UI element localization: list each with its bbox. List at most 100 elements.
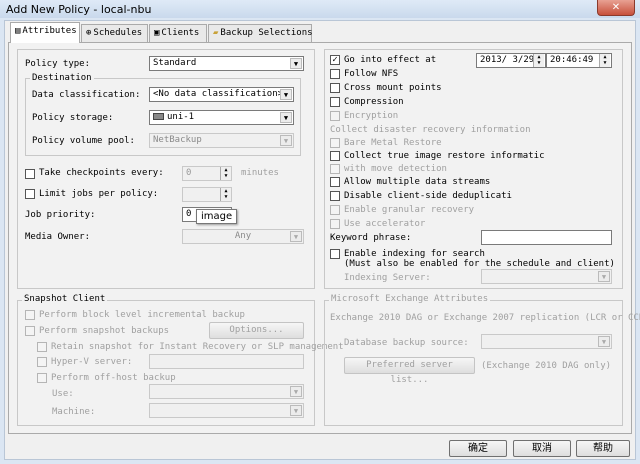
snapshot-backups-checkbox[interactable] <box>25 326 35 336</box>
limit-jobs-label: Limit jobs per policy: <box>39 189 159 199</box>
chevron-down-icon: ▼ <box>598 271 610 282</box>
enable-granular-label: Enable granular recovery <box>344 205 475 215</box>
follow-nfs-label: Follow NFS <box>344 69 399 79</box>
window-title: Add New Policy - local-nbu <box>6 3 152 16</box>
indexing-server-label: Indexing Server: <box>344 273 431 283</box>
clients-icon: ▣ <box>154 28 160 38</box>
indexing-server-select[interactable]: ▼ <box>481 269 612 284</box>
use-accelerator-checkbox[interactable] <box>330 219 340 229</box>
chevron-down-icon: ▼ <box>290 58 302 69</box>
collect-tir-label: Collect true image restore informatic <box>344 151 545 161</box>
hyperv-checkbox[interactable] <box>37 357 47 367</box>
take-checkpoints-label: Take checkpoints every: <box>39 168 164 178</box>
chevron-down-icon: ▼ <box>598 336 610 347</box>
offhost-checkbox[interactable] <box>37 373 47 383</box>
keyword-phrase-label: Keyword phrase: <box>330 233 412 243</box>
folder-icon: ▰ <box>213 28 219 38</box>
use-accelerator-label: Use accelerator <box>344 219 426 229</box>
date-spinner[interactable]: ▲ ▼ <box>533 54 544 67</box>
options-button[interactable]: Options... <box>209 322 304 339</box>
tab-clients[interactable]: ▣ Clients <box>149 24 207 42</box>
use-label: Use: <box>52 389 74 399</box>
with-move-label: with move detection <box>344 164 447 174</box>
policy-storage-label: Policy storage: <box>32 113 114 123</box>
disable-dedup-checkbox[interactable] <box>330 191 340 201</box>
take-checkpoints-checkbox[interactable] <box>25 169 35 179</box>
encryption-checkbox[interactable] <box>330 111 340 121</box>
help-button[interactable]: 帮助 <box>576 440 630 457</box>
enable-indexing-label: Enable indexing for search <box>344 249 485 259</box>
policy-storage-select[interactable]: uni-1 ▼ <box>149 110 294 125</box>
chevron-down-icon: ▼ <box>280 89 292 100</box>
exchange-replication-label: Exchange 2010 DAG or Exchange 2007 repli… <box>330 313 640 323</box>
encryption-label: Encryption <box>344 111 399 121</box>
dag-only-label: (Exchange 2010 DAG only) <box>481 361 612 371</box>
go-into-effect-label: Go into effect at <box>344 55 437 65</box>
offhost-label: Perform off-host backup <box>51 373 176 383</box>
db-backup-source-label: Database backup source: <box>344 338 469 348</box>
policy-type-select[interactable]: Standard ▼ <box>149 56 304 71</box>
snapshot-backups-label: Perform snapshot backups <box>39 326 170 336</box>
close-button[interactable]: ✕ <box>597 0 635 16</box>
hyperv-label: Hyper-V server: <box>51 357 133 367</box>
policy-volume-pool-select[interactable]: NetBackup ▼ <box>149 133 294 148</box>
chevron-down-icon: ▼ <box>290 231 302 242</box>
hyperv-server-input[interactable] <box>149 354 304 369</box>
policy-type-label: Policy type: <box>25 59 91 69</box>
data-classification-label: Data classification: <box>32 90 141 100</box>
machine-label: Machine: <box>52 407 96 417</box>
destination-label: Destination <box>30 73 94 83</box>
collect-dr-label: Collect disaster recovery information <box>330 125 531 135</box>
tab-attributes[interactable]: ▤ Attributes <box>10 22 80 43</box>
block-level-checkbox[interactable] <box>25 310 35 320</box>
retain-snapshot-label: Retain snapshot for Instant Recovery or … <box>51 342 344 352</box>
keyword-phrase-input[interactable] <box>481 230 612 245</box>
enable-indexing-checkbox[interactable] <box>330 249 340 259</box>
allow-multiple-checkbox[interactable] <box>330 177 340 187</box>
tab-backup-selections[interactable]: ▰ Backup Selections <box>208 24 313 42</box>
chevron-down-icon: ▼ <box>290 386 302 397</box>
checkpoints-spinner[interactable]: ▲ ▼ <box>220 167 231 180</box>
limit-jobs-checkbox[interactable] <box>25 189 35 199</box>
compression-label: Compression <box>344 97 404 107</box>
allow-multiple-label: Allow multiple data streams <box>344 177 491 187</box>
preferred-server-button[interactable]: Preferred server list... <box>344 357 475 385</box>
enable-granular-checkbox[interactable] <box>330 205 340 215</box>
storage-icon <box>153 113 164 120</box>
data-classification-select[interactable]: <No data classification> ▼ <box>149 87 294 102</box>
schedules-icon: ⊕ <box>86 28 92 38</box>
block-level-label: Perform block level incremental backup <box>39 310 245 320</box>
cross-mount-label: Cross mount points <box>344 83 442 93</box>
policy-volume-pool-label: Policy volume pool: <box>32 136 135 146</box>
media-owner-select[interactable]: Any ▼ <box>182 229 304 244</box>
tab-schedules[interactable]: ⊕ Schedules <box>81 24 148 42</box>
job-priority-label: Job priority: <box>25 210 96 220</box>
bare-metal-checkbox[interactable] <box>330 138 340 148</box>
time-spinner[interactable]: ▲ ▼ <box>599 54 610 67</box>
chevron-down-icon: ▼ <box>280 135 292 146</box>
limit-jobs-spinner[interactable]: ▲ ▼ <box>220 188 231 201</box>
go-into-effect-checkbox[interactable]: ✓ <box>330 55 340 65</box>
attributes-icon: ▤ <box>15 26 21 36</box>
indexing-note: (Must also be enabled for the schedule a… <box>344 259 615 269</box>
media-owner-label: Media Owner: <box>25 232 91 242</box>
chevron-down-icon: ▼ <box>280 112 292 123</box>
cross-mount-checkbox[interactable] <box>330 83 340 93</box>
exchange-attributes-title: Microsoft Exchange Attributes <box>329 294 491 304</box>
chevron-down-icon: ▼ <box>290 405 302 416</box>
minutes-label: minutes <box>241 168 279 178</box>
tooltip: image <box>196 209 238 224</box>
disable-dedup-label: Disable client-side deduplicati <box>344 191 512 201</box>
db-backup-source-select[interactable]: ▼ <box>481 334 612 349</box>
with-move-checkbox[interactable] <box>330 164 340 174</box>
follow-nfs-checkbox[interactable] <box>330 69 340 79</box>
offhost-machine-select[interactable]: ▼ <box>149 403 304 418</box>
bare-metal-label: Bare Metal Restore <box>344 138 442 148</box>
ok-button[interactable]: 确定 <box>449 440 507 457</box>
retain-snapshot-checkbox[interactable] <box>37 342 47 352</box>
collect-tir-checkbox[interactable] <box>330 151 340 161</box>
snapshot-client-title: Snapshot Client <box>22 294 108 304</box>
cancel-button[interactable]: 取消 <box>513 440 571 457</box>
offhost-use-select[interactable]: ▼ <box>149 384 304 399</box>
compression-checkbox[interactable] <box>330 97 340 107</box>
